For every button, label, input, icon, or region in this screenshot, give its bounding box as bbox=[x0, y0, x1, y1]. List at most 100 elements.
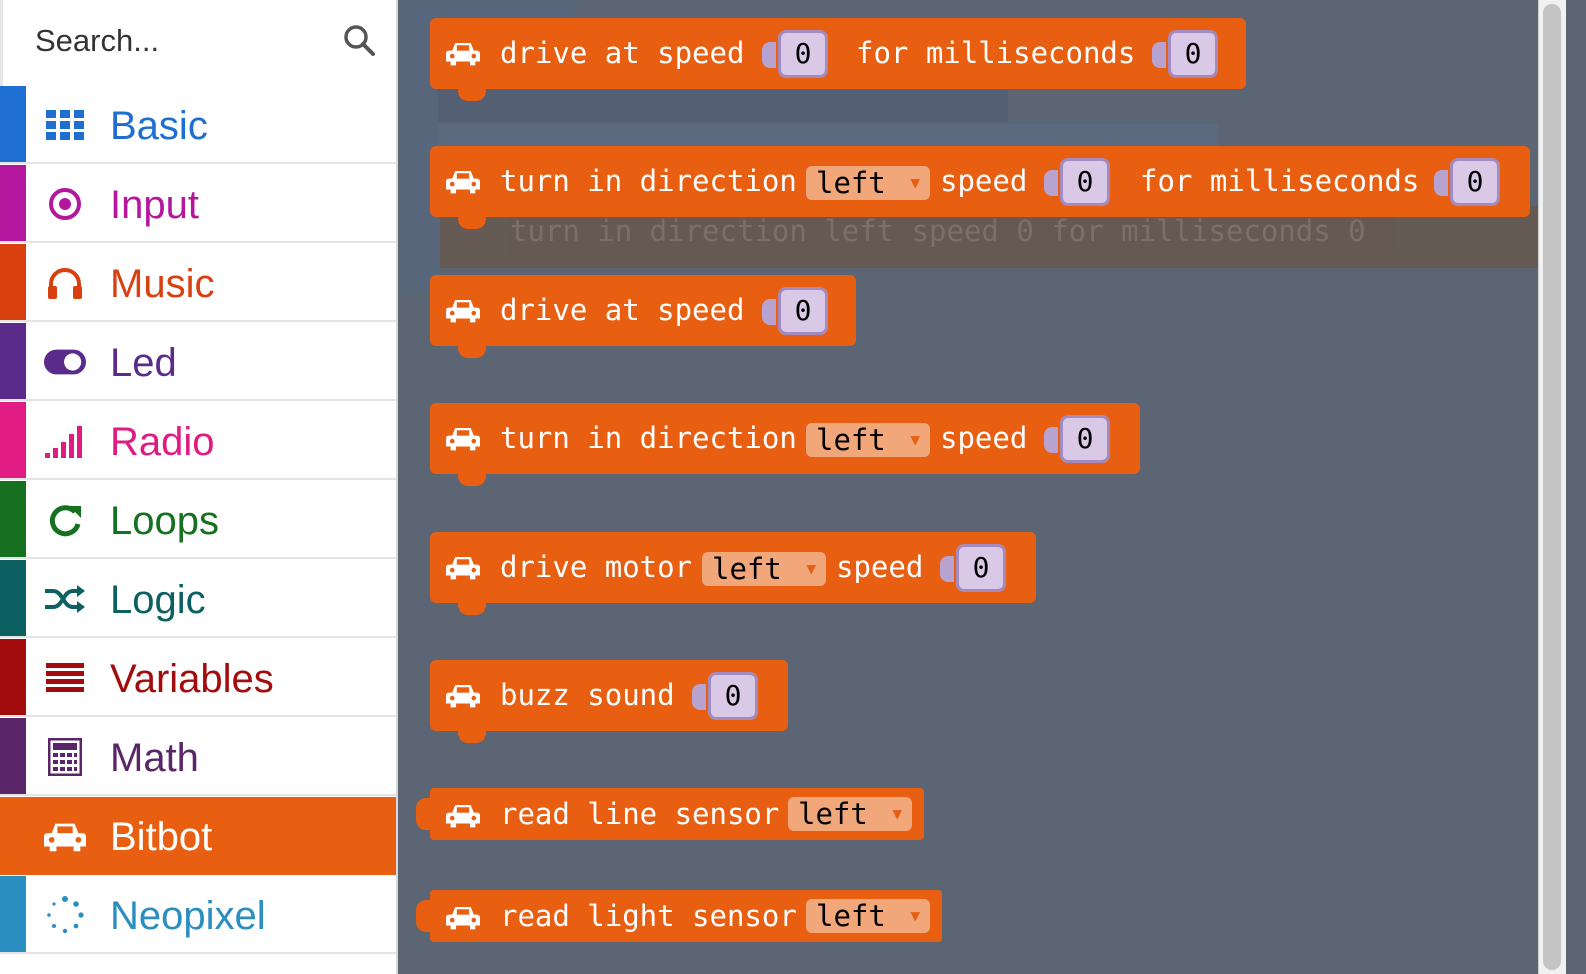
category-math[interactable]: Math bbox=[0, 718, 396, 796]
category-color-strip bbox=[0, 86, 26, 162]
dropdown-value: left bbox=[816, 899, 886, 933]
block-notch bbox=[458, 344, 486, 358]
dropdown-value: left bbox=[712, 552, 782, 586]
category-label: Bitbot bbox=[110, 815, 213, 859]
speed-number-input[interactable]: 0 bbox=[778, 287, 828, 335]
category-color-strip bbox=[0, 244, 26, 320]
dropdown-arrow-icon: ▼ bbox=[910, 430, 920, 449]
block-text: speed bbox=[940, 164, 1028, 198]
category-label: Neopixel bbox=[110, 894, 266, 938]
dropdown-value: left bbox=[816, 166, 886, 200]
block-notch bbox=[458, 87, 486, 101]
block-drive-at-speed-for-ms[interactable]: drive at speed 0 for milliseconds 0 bbox=[430, 18, 1246, 101]
dropdown-arrow-icon: ▼ bbox=[892, 804, 902, 823]
block-buzz-sound[interactable]: buzz sound 0 bbox=[430, 660, 788, 743]
target-icon bbox=[44, 185, 86, 223]
car-icon bbox=[446, 906, 480, 930]
block-text: for milliseconds bbox=[1140, 164, 1420, 198]
category-label: Radio bbox=[110, 420, 215, 464]
car-icon bbox=[44, 817, 86, 855]
dropdown-value: left bbox=[798, 797, 868, 831]
category-color-strip bbox=[0, 718, 26, 794]
block-text: speed bbox=[940, 421, 1028, 455]
signal-icon bbox=[44, 422, 86, 460]
category-label: Music bbox=[110, 262, 215, 306]
input-socket-tab bbox=[1044, 427, 1058, 453]
sound-number-input[interactable]: 0 bbox=[708, 672, 758, 720]
category-label: Basic bbox=[110, 104, 208, 148]
category-input[interactable]: Input bbox=[0, 165, 396, 243]
category-music[interactable]: Music bbox=[0, 244, 396, 322]
speed-number-input[interactable]: 0 bbox=[1060, 415, 1110, 463]
category-neopixel[interactable]: Neopixel bbox=[0, 876, 396, 954]
sensor-dropdown[interactable]: left ▼ bbox=[806, 899, 930, 933]
search-input[interactable] bbox=[33, 14, 327, 68]
car-icon bbox=[446, 556, 480, 580]
ghost-block bbox=[438, 124, 1218, 146]
dropdown-arrow-icon: ▼ bbox=[806, 559, 816, 578]
block-drive-at-speed[interactable]: drive at speed 0 bbox=[430, 275, 856, 358]
block-drive-motor[interactable]: drive motor left ▼ speed 0 bbox=[430, 532, 1036, 615]
milliseconds-number-input[interactable]: 0 bbox=[1450, 158, 1500, 206]
block-text: drive at speed bbox=[500, 36, 745, 70]
category-logic[interactable]: Logic bbox=[0, 560, 396, 638]
category-led[interactable]: Led bbox=[0, 323, 396, 401]
dropdown-arrow-icon: ▼ bbox=[910, 906, 920, 925]
ghost-word: 0 bbox=[1016, 214, 1034, 248]
calculator-icon bbox=[44, 738, 86, 776]
category-color-strip bbox=[0, 323, 26, 399]
grid-icon bbox=[44, 106, 86, 144]
scrollbar-thumb[interactable] bbox=[1543, 4, 1561, 970]
category-bitbot[interactable]: Bitbot bbox=[0, 797, 396, 875]
block-notch bbox=[458, 601, 486, 615]
toggle-icon bbox=[44, 343, 86, 381]
ghost-word: 0 bbox=[1348, 214, 1366, 248]
speed-number-input[interactable]: 0 bbox=[778, 30, 828, 78]
dropdown-arrow-icon: ▼ bbox=[910, 173, 920, 192]
input-socket-tab bbox=[762, 299, 776, 325]
ghost-word: for milliseconds bbox=[1051, 214, 1331, 248]
ghost-word: left bbox=[824, 214, 895, 248]
category-color-strip bbox=[0, 402, 26, 478]
input-socket-tab bbox=[940, 556, 954, 582]
block-text: speed bbox=[836, 550, 924, 584]
sensor-dropdown[interactable]: left ▼ bbox=[788, 797, 912, 831]
category-color-strip bbox=[0, 560, 26, 636]
category-loops[interactable]: Loops bbox=[0, 481, 396, 559]
direction-dropdown[interactable]: left ▼ bbox=[806, 423, 930, 457]
category-color-strip bbox=[0, 165, 26, 241]
block-notch bbox=[458, 729, 486, 743]
category-variables[interactable]: Variables bbox=[0, 639, 396, 717]
refresh-icon bbox=[44, 501, 86, 539]
block-notch bbox=[458, 472, 486, 486]
ghost-word: turn in direction bbox=[510, 214, 807, 248]
block-read-line-sensor[interactable]: read line sensor left ▼ bbox=[416, 788, 924, 840]
ghost-turn-block-text: turn in direction left speed 0 for milli… bbox=[510, 214, 1366, 248]
category-color-strip bbox=[0, 876, 26, 952]
block-turn-in-direction[interactable]: turn in direction left ▼ speed 0 bbox=[430, 403, 1140, 486]
direction-dropdown[interactable]: left ▼ bbox=[806, 166, 930, 200]
input-socket-tab bbox=[1044, 170, 1058, 196]
car-icon bbox=[446, 684, 480, 708]
block-text: turn in direction bbox=[500, 421, 797, 455]
category-radio[interactable]: Radio bbox=[0, 402, 396, 480]
car-icon bbox=[446, 42, 480, 66]
milliseconds-number-input[interactable]: 0 bbox=[1168, 30, 1218, 78]
block-text: drive motor bbox=[500, 550, 693, 584]
input-socket-tab bbox=[762, 42, 776, 68]
category-basic[interactable]: Basic bbox=[0, 86, 396, 164]
headphones-icon bbox=[44, 264, 86, 302]
speed-number-input[interactable]: 0 bbox=[1060, 158, 1110, 206]
category-color-strip bbox=[0, 481, 26, 557]
block-text: drive at speed bbox=[500, 293, 745, 327]
dots-circle-icon bbox=[44, 896, 86, 934]
block-turn-in-direction-for-ms[interactable]: turn in direction left ▼ speed 0 for mil… bbox=[430, 146, 1530, 229]
speed-number-input[interactable]: 0 bbox=[956, 544, 1006, 592]
output-tab bbox=[416, 798, 432, 830]
category-label: Math bbox=[110, 736, 199, 780]
block-read-light-sensor[interactable]: read light sensor left ▼ bbox=[416, 890, 942, 942]
search-icon[interactable] bbox=[341, 22, 377, 58]
block-text: buzz sound bbox=[500, 678, 675, 712]
motor-dropdown[interactable]: left ▼ bbox=[702, 552, 826, 586]
category-label: Loops bbox=[110, 499, 219, 543]
